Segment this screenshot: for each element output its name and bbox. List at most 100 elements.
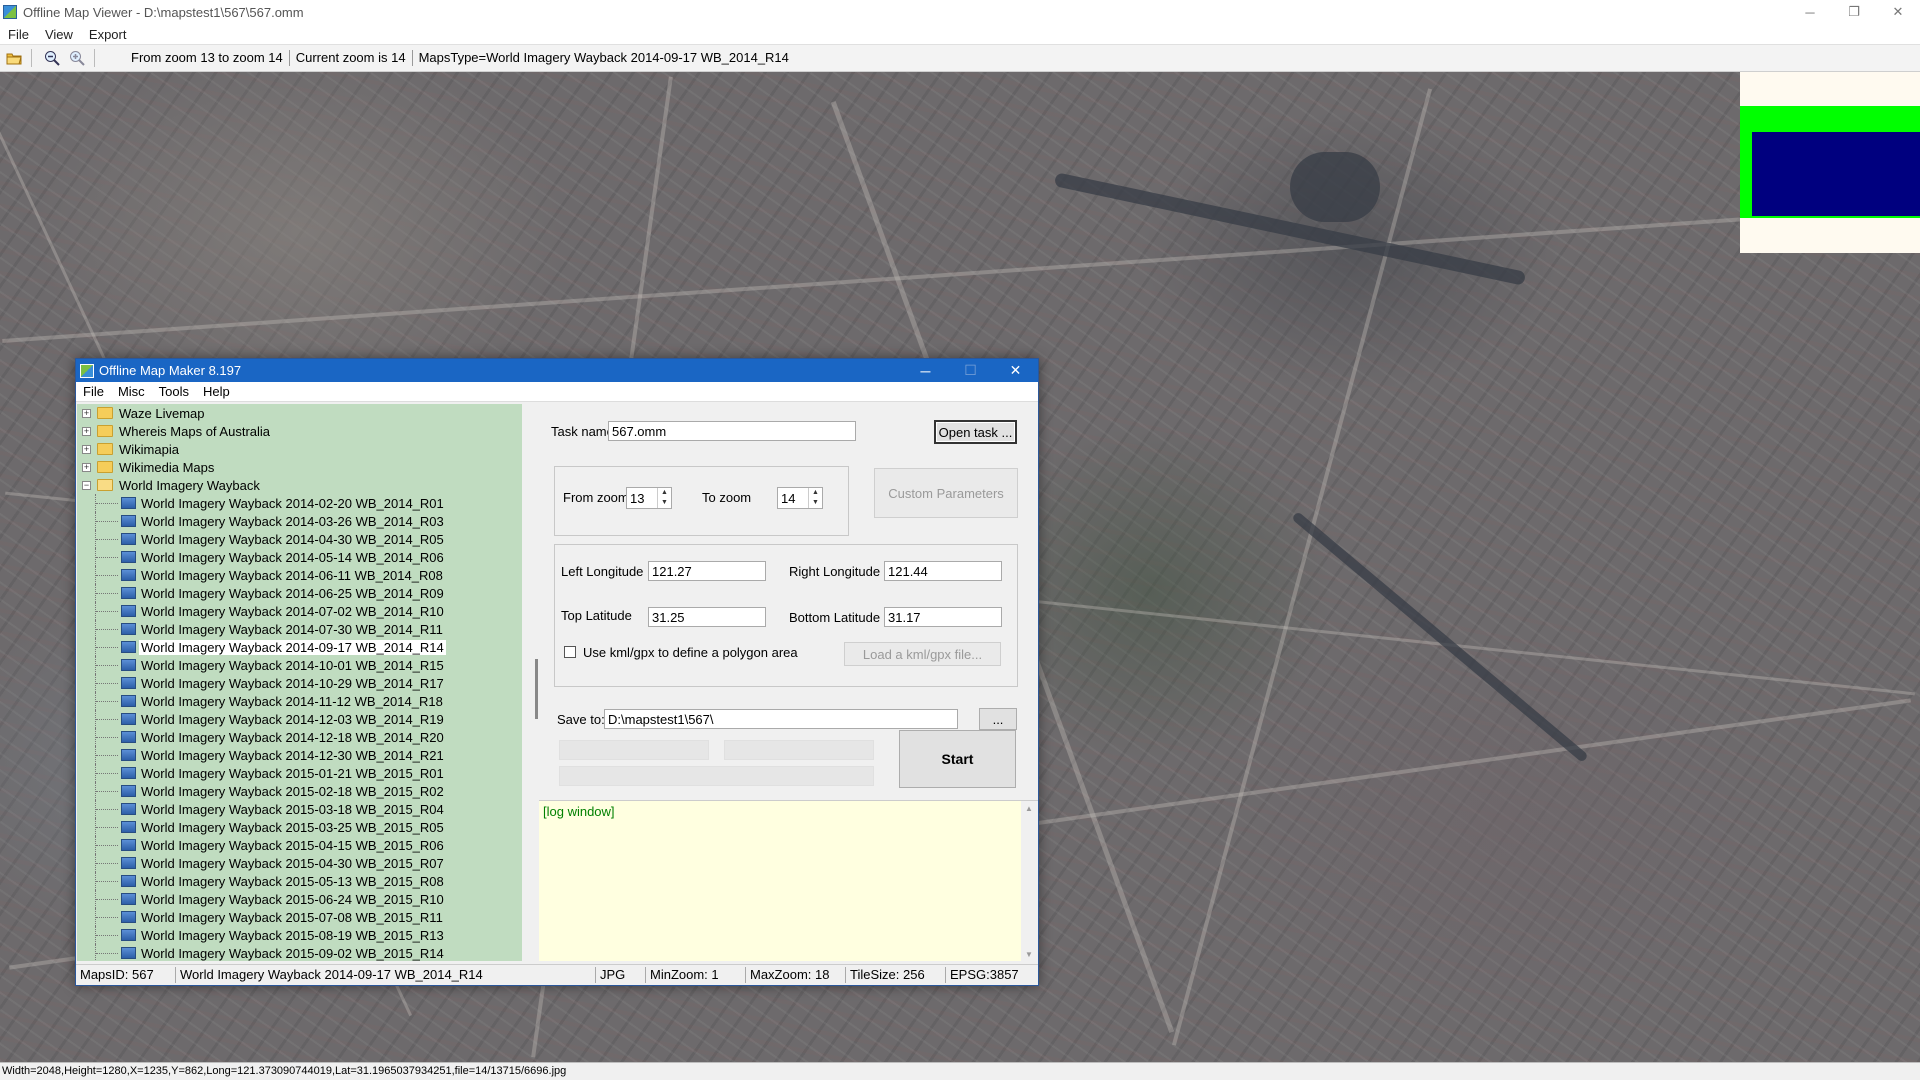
tree-map-item[interactable]: World Imagery Wayback 2014-05-14 WB_2014…	[77, 548, 522, 566]
tree-folder[interactable]: + Wikimapia	[77, 440, 522, 458]
minimap-viewport[interactable]	[1752, 132, 1920, 216]
expand-icon[interactable]: +	[82, 426, 91, 436]
log-scrollbar[interactable]: ▲ ▼	[1021, 801, 1038, 962]
map-source-tree[interactable]: + Waze Livemap + Whereis Maps of Australia +…	[77, 404, 522, 961]
tree-map-item[interactable]: World Imagery Wayback 2014-06-25 WB_2014…	[77, 584, 522, 602]
tree-map-item[interactable]: World Imagery Wayback 2014-10-01 WB_2014…	[77, 656, 522, 674]
save-to-input[interactable]: D:\mapstest1\567\	[604, 709, 958, 729]
custom-parameters-button: Custom Parameters	[874, 468, 1018, 518]
viewer-title-bar: Offline Map Viewer - D:\mapstest1\567\56…	[0, 0, 1920, 24]
close-button[interactable]: ✕	[1876, 0, 1920, 24]
zoom-out-icon	[45, 51, 60, 66]
collapse-icon[interactable]: −	[82, 480, 91, 490]
tree-map-item[interactable]: World Imagery Wayback 2015-06-24 WB_2015…	[77, 890, 522, 908]
tree-map-item[interactable]: World Imagery Wayback 2014-06-11 WB_2014…	[77, 566, 522, 584]
tree-map-item[interactable]: World Imagery Wayback 2014-02-20 WB_2014…	[77, 494, 522, 512]
use-kml-checkbox[interactable]	[564, 646, 576, 658]
log-window[interactable]: [log window] ▲ ▼	[539, 800, 1038, 962]
dialog-menu-file[interactable]: File	[76, 384, 111, 399]
menu-file[interactable]: File	[0, 27, 37, 42]
tree-map-item[interactable]: World Imagery Wayback 2015-01-21 WB_2015…	[77, 764, 522, 782]
use-kml-label: Use kml/gpx to define a polygon area	[583, 645, 798, 660]
tree-map-item[interactable]: World Imagery Wayback 2014-11-12 WB_2014…	[77, 692, 522, 710]
tree-folder-label: Waze Livemap	[119, 405, 205, 421]
folder-open-icon	[97, 479, 113, 491]
zoom-range-status: From zoom 13 to zoom 14	[125, 50, 290, 66]
toolbar-separator	[31, 49, 32, 67]
overview-minimap[interactable]	[1740, 72, 1920, 253]
spinner-arrows-icon[interactable]: ▲ ▼	[808, 488, 822, 508]
tree-map-item[interactable]: World Imagery Wayback 2015-08-19 WB_2015…	[77, 926, 522, 944]
tree-map-item-label: World Imagery Wayback 2015-05-13 WB_2015…	[141, 873, 444, 889]
to-zoom-spinner[interactable]: 14 ▲ ▼	[777, 487, 823, 509]
dialog-title-bar[interactable]: Offline Map Maker 8.197 ─ ☐ ✕	[76, 359, 1038, 382]
spinner-arrows-icon[interactable]: ▲ ▼	[657, 488, 671, 508]
tree-map-item[interactable]: World Imagery Wayback 2014-10-29 WB_2014…	[77, 674, 522, 692]
scroll-down-icon[interactable]: ▼	[1025, 950, 1033, 959]
tree-map-item[interactable]: World Imagery Wayback 2015-05-13 WB_2015…	[77, 872, 522, 890]
minimize-button[interactable]: ─	[1788, 0, 1832, 24]
tree-folder[interactable]: + Wikimedia Maps	[77, 458, 522, 476]
map-layer-icon	[121, 893, 136, 905]
dialog-minimize-button[interactable]: ─	[903, 359, 948, 382]
tree-map-item[interactable]: World Imagery Wayback 2014-07-30 WB_2014…	[77, 620, 522, 638]
map-layer-icon	[121, 623, 136, 635]
tree-map-item[interactable]: World Imagery Wayback 2015-03-25 WB_2015…	[77, 818, 522, 836]
tree-map-item[interactable]: World Imagery Wayback 2014-12-03 WB_2014…	[77, 710, 522, 728]
tree-map-item[interactable]: World Imagery Wayback 2015-09-02 WB_2015…	[77, 944, 522, 961]
tree-map-item[interactable]: World Imagery Wayback 2014-12-30 WB_2014…	[77, 746, 522, 764]
tree-map-item-label: World Imagery Wayback 2014-11-12 WB_2014…	[141, 693, 443, 709]
tree-map-item[interactable]: World Imagery Wayback 2015-07-08 WB_2015…	[77, 908, 522, 926]
map-layer-icon	[121, 695, 136, 707]
bottom-latitude-input[interactable]: 31.17	[884, 607, 1002, 627]
expand-icon[interactable]: +	[82, 444, 91, 454]
dialog-menu-help[interactable]: Help	[196, 384, 237, 399]
tree-map-item[interactable]: World Imagery Wayback 2014-03-26 WB_2014…	[77, 512, 522, 530]
dialog-menu-misc[interactable]: Misc	[111, 384, 152, 399]
tree-folder-label: Whereis Maps of Australia	[119, 423, 271, 439]
tree-map-item[interactable]: World Imagery Wayback 2015-03-18 WB_2015…	[77, 800, 522, 818]
dialog-title: Offline Map Maker 8.197	[99, 363, 242, 378]
folder-icon	[97, 407, 113, 419]
tree-map-item[interactable]: World Imagery Wayback 2015-02-18 WB_2015…	[77, 782, 522, 800]
tree-folder[interactable]: + Waze Livemap	[77, 404, 522, 422]
open-task-button[interactable]: Open task ...	[934, 420, 1017, 444]
expand-icon[interactable]: +	[82, 462, 91, 472]
zoom-out-button[interactable]	[41, 47, 63, 69]
zoom-in-button[interactable]	[66, 47, 88, 69]
left-longitude-input[interactable]: 121.27	[648, 561, 766, 581]
open-folder-button[interactable]	[3, 47, 25, 69]
tree-map-item[interactable]: World Imagery Wayback 2014-09-17 WB_2014…	[77, 638, 522, 656]
map-layer-icon	[121, 803, 136, 815]
from-zoom-spinner[interactable]: 13 ▲ ▼	[626, 487, 672, 509]
tree-folder[interactable]: − World Imagery Wayback	[77, 476, 522, 494]
tree-map-item[interactable]: World Imagery Wayback 2014-04-30 WB_2014…	[77, 530, 522, 548]
tree-map-item-label: World Imagery Wayback 2015-03-18 WB_2015…	[141, 801, 444, 817]
tree-map-item-label: World Imagery Wayback 2015-04-30 WB_2015…	[141, 855, 444, 871]
expand-icon[interactable]: +	[82, 408, 91, 418]
save-to-label: Save to:	[557, 712, 605, 727]
right-longitude-input[interactable]: 121.44	[884, 561, 1002, 581]
app-map-icon	[3, 5, 17, 19]
dialog-status-bar: MapsID: 567 World Imagery Wayback 2014-0…	[76, 964, 1038, 984]
dialog-app-icon	[80, 363, 94, 378]
tree-map-item[interactable]: World Imagery Wayback 2015-04-30 WB_2015…	[77, 854, 522, 872]
restore-button[interactable]: ❐	[1832, 0, 1876, 24]
dialog-menu-tools[interactable]: Tools	[152, 384, 196, 399]
top-latitude-input[interactable]: 31.25	[648, 607, 766, 627]
to-zoom-label: To zoom	[702, 490, 752, 505]
start-button[interactable]: Start	[899, 730, 1016, 788]
folder-icon	[97, 461, 113, 473]
scroll-up-icon[interactable]: ▲	[1025, 804, 1033, 813]
viewer-toolbar: From zoom 13 to zoom 14 Current zoom is …	[0, 44, 1920, 72]
dialog-close-button[interactable]: ✕	[993, 359, 1038, 382]
tree-map-item[interactable]: World Imagery Wayback 2015-04-15 WB_2015…	[77, 836, 522, 854]
menu-export[interactable]: Export	[81, 27, 135, 42]
browse-button[interactable]: ...	[979, 708, 1017, 730]
tree-map-item[interactable]: World Imagery Wayback 2014-07-02 WB_2014…	[77, 602, 522, 620]
tree-map-item[interactable]: World Imagery Wayback 2014-12-18 WB_2014…	[77, 728, 522, 746]
tree-scrollbar-thumb[interactable]	[535, 659, 538, 719]
task-name-input[interactable]: 567.omm	[608, 421, 856, 441]
tree-folder[interactable]: + Whereis Maps of Australia	[77, 422, 522, 440]
menu-view[interactable]: View	[37, 27, 81, 42]
